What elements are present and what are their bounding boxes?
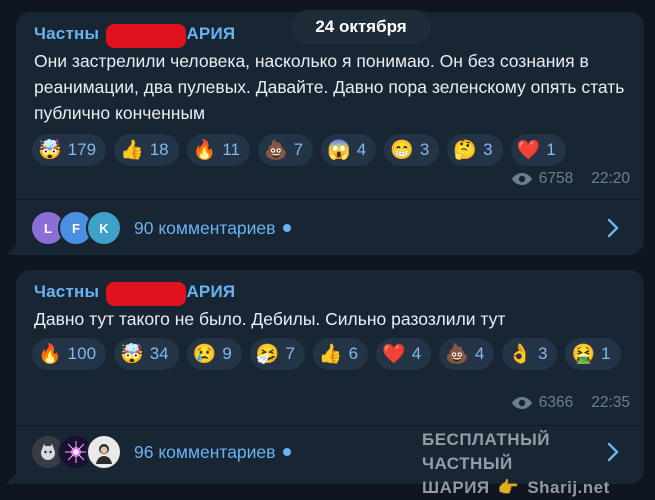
commenter-avatars: L F K [30,210,128,246]
redaction-mark [106,282,186,306]
bubble-tail [6,243,18,255]
reaction-chip[interactable]: 🤯 179 [32,134,107,166]
unread-dot [283,224,292,232]
sparkle-avatar-icon [65,441,87,463]
reaction-chip[interactable]: 🤔 3 [447,134,503,166]
reactions-row: 🤯 179 👍 18 🔥 11 💩 7 😱 4 😁 3 🤔 3 ❤️ 1 [32,134,632,166]
person-avatar-icon [96,444,112,464]
message-card: Частны ШАРИЯ Они застрелили человека, нас… [16,12,644,255]
message-meta: 6758 22:20 [511,170,630,188]
commenter-avatars [30,434,128,470]
reaction-chip[interactable]: ❤️ 4 [376,338,432,370]
eye-icon [511,173,532,185]
reaction-chip[interactable]: 👍 18 [114,134,179,166]
reaction-chip[interactable]: ❤️ 1 [510,134,566,166]
reaction-chip[interactable]: 👌 3 [502,338,558,370]
date-pill: 24 октября [291,10,431,44]
reaction-chip[interactable]: 💩 7 [257,134,314,166]
reaction-chip[interactable]: 😁 3 [384,134,440,166]
reaction-chip[interactable]: 😢 9 [186,338,242,370]
reaction-chip[interactable]: 🤧 7 [249,338,305,370]
avatar [86,434,122,470]
message-meta: 6366 22:35 [511,394,630,412]
watermark: БЕСПЛАТНЫЙ ЧАСТНЫЙ ШАРИЯ 👉 Sharij.net [422,428,644,500]
reactions-row: 🔥 100 🤯 34 😢 9 🤧 7 👍 6 ❤️ 4 💩 4 👌 3 🤮 1 [32,338,632,370]
view-count: 6758 [538,170,574,187]
comments-button[interactable]: L F K 90 комментариев [16,200,644,256]
reaction-chip[interactable]: 🔥 100 [32,338,107,370]
comments-label: 90 комментариев [134,218,292,239]
eye-icon [511,397,532,409]
cat-avatar-icon [41,444,55,460]
reaction-chip[interactable]: 🤮 1 [565,338,621,370]
view-count: 6366 [538,394,574,411]
reaction-chip[interactable]: 👍 6 [312,338,369,370]
comments-label: 96 комментариев [134,442,292,463]
avatar: K [86,210,122,246]
redaction-mark [106,24,186,48]
pointing-hand-icon: 👉 [497,478,520,497]
reaction-chip[interactable]: 😱 4 [321,134,377,166]
reaction-chip[interactable]: 🔥 11 [186,134,250,166]
reaction-chip[interactable]: 💩 4 [439,338,495,370]
unread-dot [283,448,292,456]
message-text: Давно тут такого не было. Дебилы. Сильно… [34,309,506,329]
reaction-chip[interactable]: 🤯 34 [114,338,179,370]
message-time: 22:20 [591,170,630,187]
message-text: Они застрелили человека, насколько я пон… [34,51,625,123]
chevron-right-icon [607,218,619,238]
message-time: 22:35 [591,394,630,411]
